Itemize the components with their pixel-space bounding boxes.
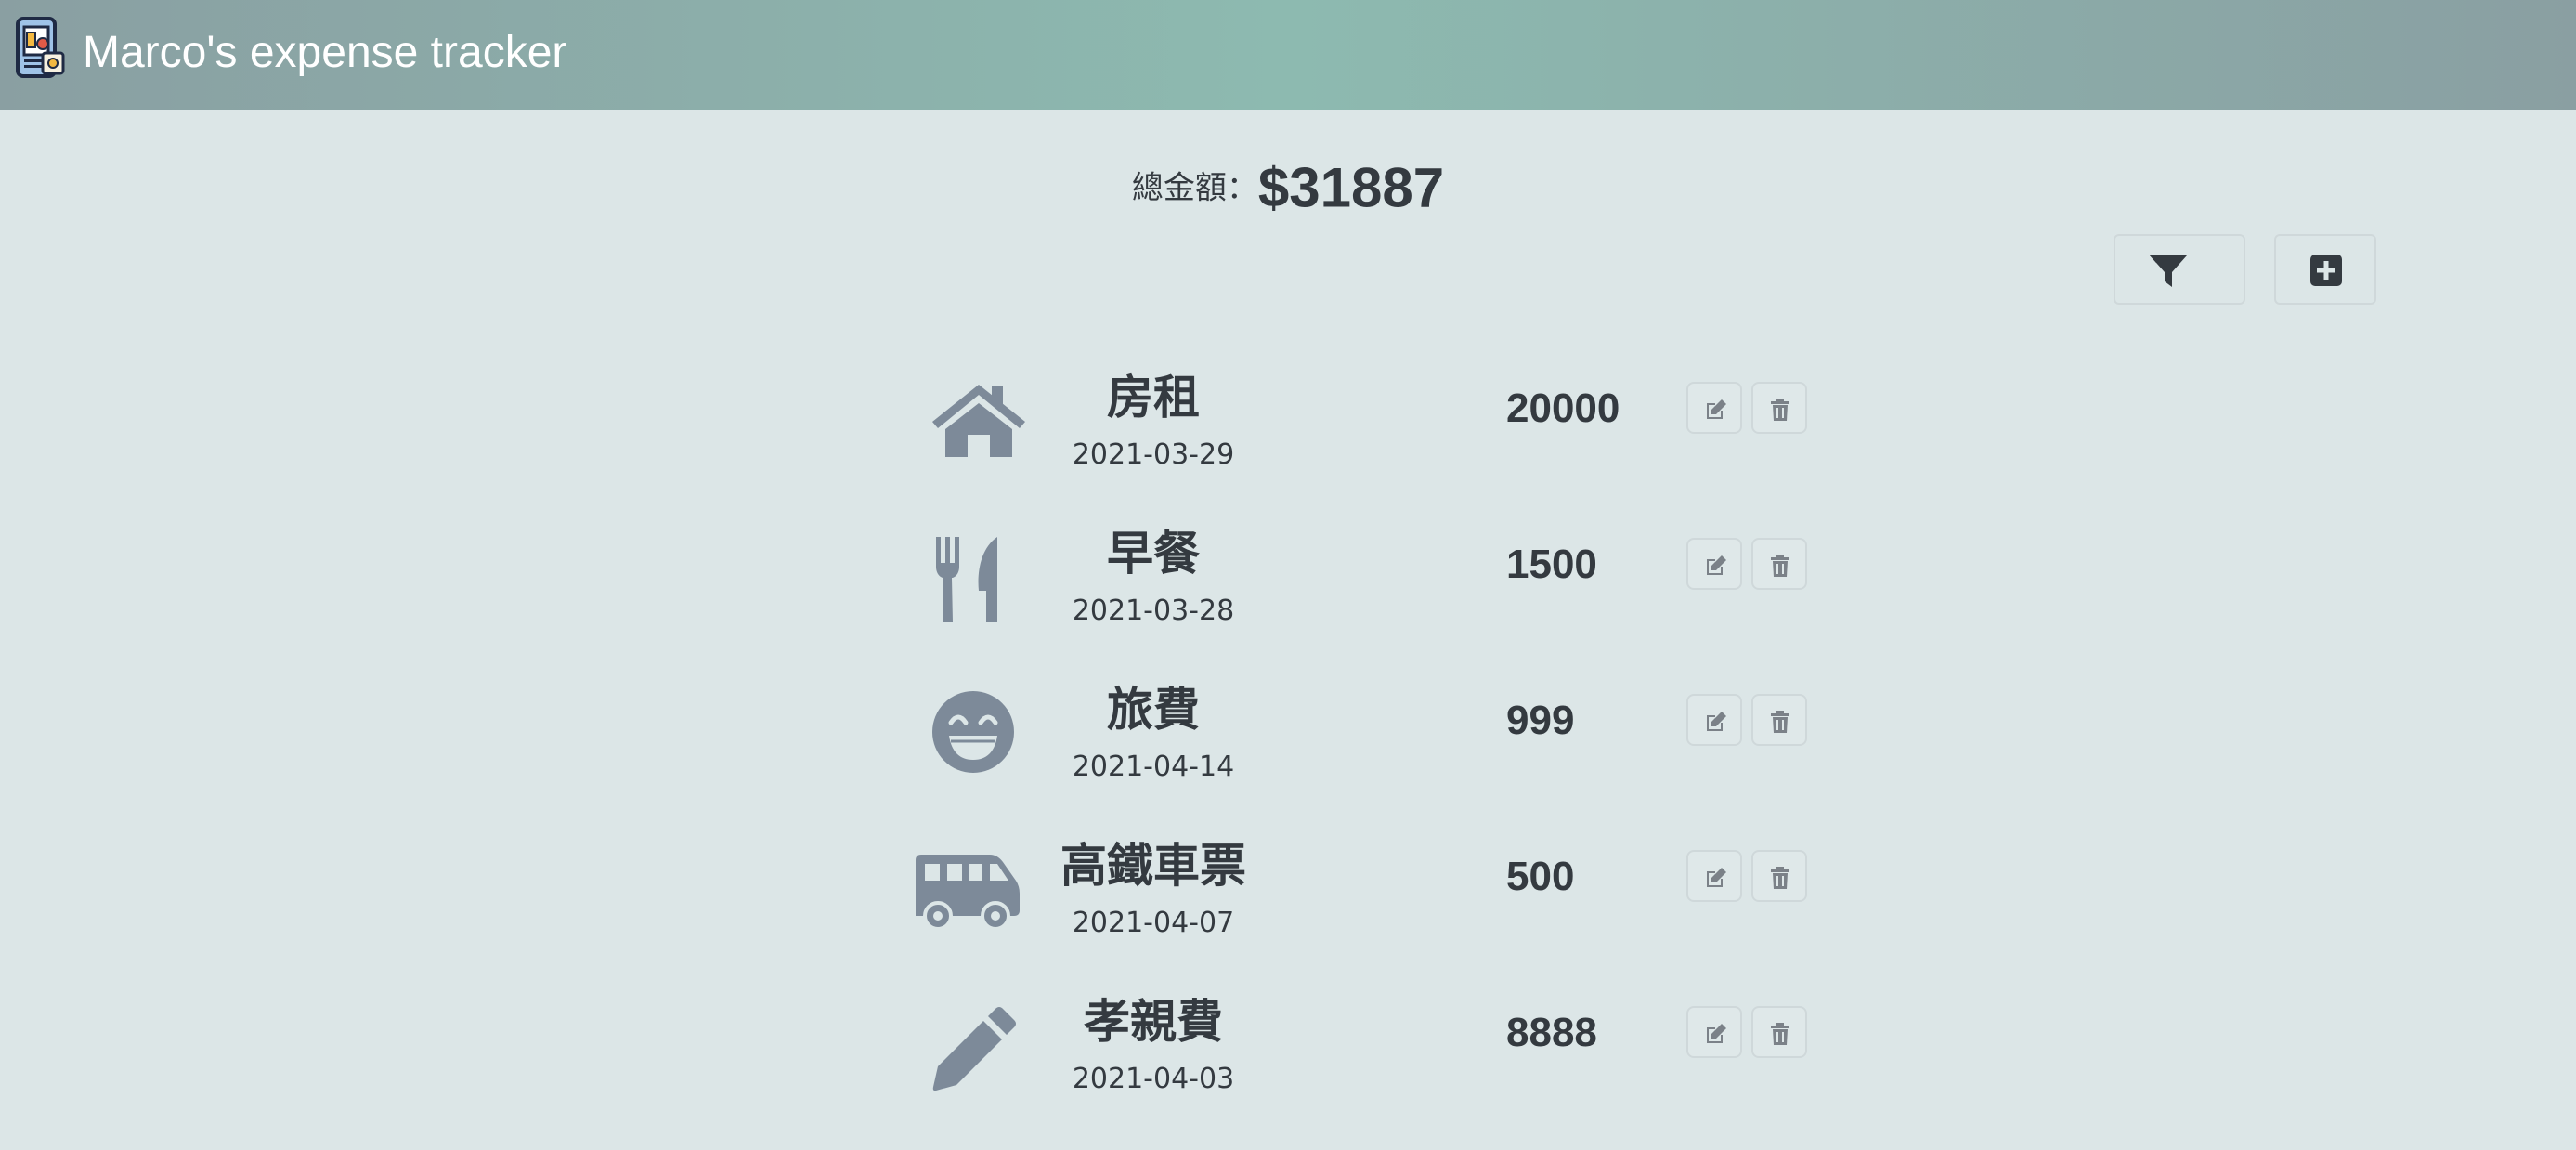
total-summary: 總金額：$31887 bbox=[0, 149, 2576, 227]
record-amount: 500 bbox=[1506, 854, 1575, 899]
plus-square-icon bbox=[2310, 255, 2342, 286]
record-name: 高鐵車票 bbox=[1060, 839, 1246, 893]
trash-icon bbox=[1771, 867, 1789, 889]
record-amount: 999 bbox=[1506, 698, 1575, 743]
home-icon bbox=[910, 362, 1040, 470]
navbar: Marco's expense tracker bbox=[0, 0, 2576, 110]
delete-record-button[interactable] bbox=[1751, 1006, 1807, 1058]
record-name: 房租 bbox=[1107, 371, 1200, 425]
trash-icon bbox=[1771, 711, 1789, 733]
app-title[interactable]: Marco's expense tracker bbox=[83, 20, 566, 85]
total-amount: $31887 bbox=[1257, 156, 1445, 219]
delete-record-button[interactable] bbox=[1751, 382, 1807, 434]
record-name: 旅費 bbox=[1107, 683, 1200, 737]
record-date: 2021-04-03 bbox=[1072, 1063, 1235, 1095]
record-date: 2021-03-28 bbox=[1072, 595, 1235, 627]
filter-dropdown-button[interactable] bbox=[2114, 234, 2245, 305]
edit-record-button[interactable] bbox=[1686, 538, 1742, 590]
edit-record-button[interactable] bbox=[1686, 694, 1742, 746]
record-amount: 1500 bbox=[1506, 542, 1597, 587]
edit-icon bbox=[1707, 399, 1726, 419]
edit-icon bbox=[1707, 1024, 1726, 1043]
record-date: 2021-04-07 bbox=[1072, 907, 1235, 939]
trash-icon bbox=[1771, 399, 1789, 421]
shuttle-van-icon bbox=[910, 830, 1040, 938]
grin-icon bbox=[910, 674, 1040, 782]
edit-icon bbox=[1707, 555, 1726, 575]
record-amount: 20000 bbox=[1506, 386, 1620, 431]
trash-icon bbox=[1771, 555, 1789, 577]
expense-app-logo-icon[interactable] bbox=[15, 16, 67, 79]
record-name: 孝親費 bbox=[1084, 995, 1223, 1049]
delete-record-button[interactable] bbox=[1751, 538, 1807, 590]
total-label: 總金額： bbox=[1131, 169, 1258, 207]
caret-down-icon bbox=[2150, 255, 2163, 263]
add-record-button[interactable] bbox=[2274, 234, 2376, 305]
record-item: 房租 2021-03-29 20000 bbox=[0, 353, 2576, 509]
record-date: 2021-03-29 bbox=[1072, 438, 1235, 471]
delete-record-button[interactable] bbox=[1751, 694, 1807, 746]
record-amount: 8888 bbox=[1506, 1010, 1597, 1055]
utensils-icon bbox=[910, 518, 1040, 626]
record-date: 2021-04-14 bbox=[1072, 751, 1235, 783]
delete-record-button[interactable] bbox=[1751, 850, 1807, 902]
record-name: 早餐 bbox=[1107, 527, 1200, 581]
edit-record-button[interactable] bbox=[1686, 382, 1742, 434]
edit-record-button[interactable] bbox=[1686, 1006, 1742, 1058]
trash-icon bbox=[1771, 1023, 1789, 1045]
record-item: 旅費 2021-04-14 999 bbox=[0, 665, 2576, 821]
record-item: 高鐵車票 2021-04-07 500 bbox=[0, 821, 2576, 977]
edit-icon bbox=[1707, 712, 1726, 731]
edit-record-button[interactable] bbox=[1686, 850, 1742, 902]
record-item: 孝親費 2021-04-03 8888 bbox=[0, 977, 2576, 1133]
pen-icon bbox=[910, 987, 1040, 1094]
record-item: 早餐 2021-03-28 1500 bbox=[0, 509, 2576, 665]
edit-icon bbox=[1707, 868, 1726, 887]
